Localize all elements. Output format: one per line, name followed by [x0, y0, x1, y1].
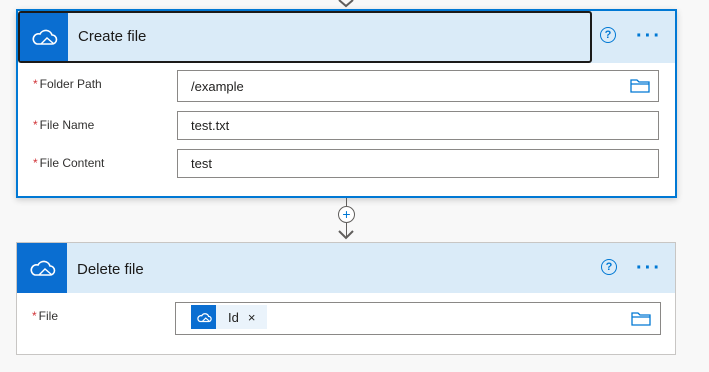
- flow-arrow-icon: [338, 230, 354, 240]
- create-file-connector-tile: [20, 13, 68, 61]
- required-marker: *: [33, 156, 38, 170]
- folder-path-label: * Folder Path: [33, 77, 102, 91]
- required-marker: *: [32, 309, 37, 323]
- folder-picker-icon[interactable]: [630, 77, 650, 93]
- required-marker: *: [33, 77, 38, 91]
- folder-path-input[interactable]: /example: [177, 70, 659, 102]
- file-name-label: * File Name: [33, 118, 95, 132]
- onedrive-cloud-icon: [30, 260, 56, 276]
- delete-file-help-icon[interactable]: ?: [601, 259, 617, 275]
- create-file-help-icon[interactable]: ?: [600, 27, 616, 43]
- file-content-value: test: [191, 156, 212, 171]
- file-name-input[interactable]: test.txt: [177, 111, 659, 140]
- delete-file-more-icon[interactable]: ···: [636, 258, 662, 278]
- delete-file-title[interactable]: Delete file: [77, 261, 144, 278]
- delete-file-card[interactable]: Delete file ? ··· * File Id ×: [16, 242, 676, 355]
- delete-file-connector-tile: [17, 243, 67, 293]
- id-token[interactable]: Id ×: [191, 305, 268, 329]
- file-content-input[interactable]: test: [177, 149, 659, 178]
- flow-connector-line: [346, 198, 347, 206]
- file-label: * File: [32, 309, 59, 323]
- id-token-label: Id: [228, 309, 239, 325]
- add-step-button[interactable]: +: [338, 206, 355, 223]
- incoming-arrow-icon: [338, 0, 354, 8]
- remove-token-icon[interactable]: ×: [248, 310, 256, 325]
- create-file-card[interactable]: Create file ? ··· * Folder Path /example …: [16, 9, 677, 198]
- folder-path-value: /example: [191, 78, 244, 94]
- required-marker: *: [33, 118, 38, 132]
- create-file-more-icon[interactable]: ···: [636, 26, 662, 46]
- file-content-label: * File Content: [33, 156, 105, 170]
- file-name-value: test.txt: [191, 118, 230, 133]
- create-file-title[interactable]: Create file: [78, 28, 146, 45]
- onedrive-cloud-icon: [196, 312, 212, 322]
- onedrive-token-icon: [191, 305, 216, 329]
- onedrive-cloud-icon: [32, 29, 58, 45]
- folder-picker-icon[interactable]: [631, 310, 651, 326]
